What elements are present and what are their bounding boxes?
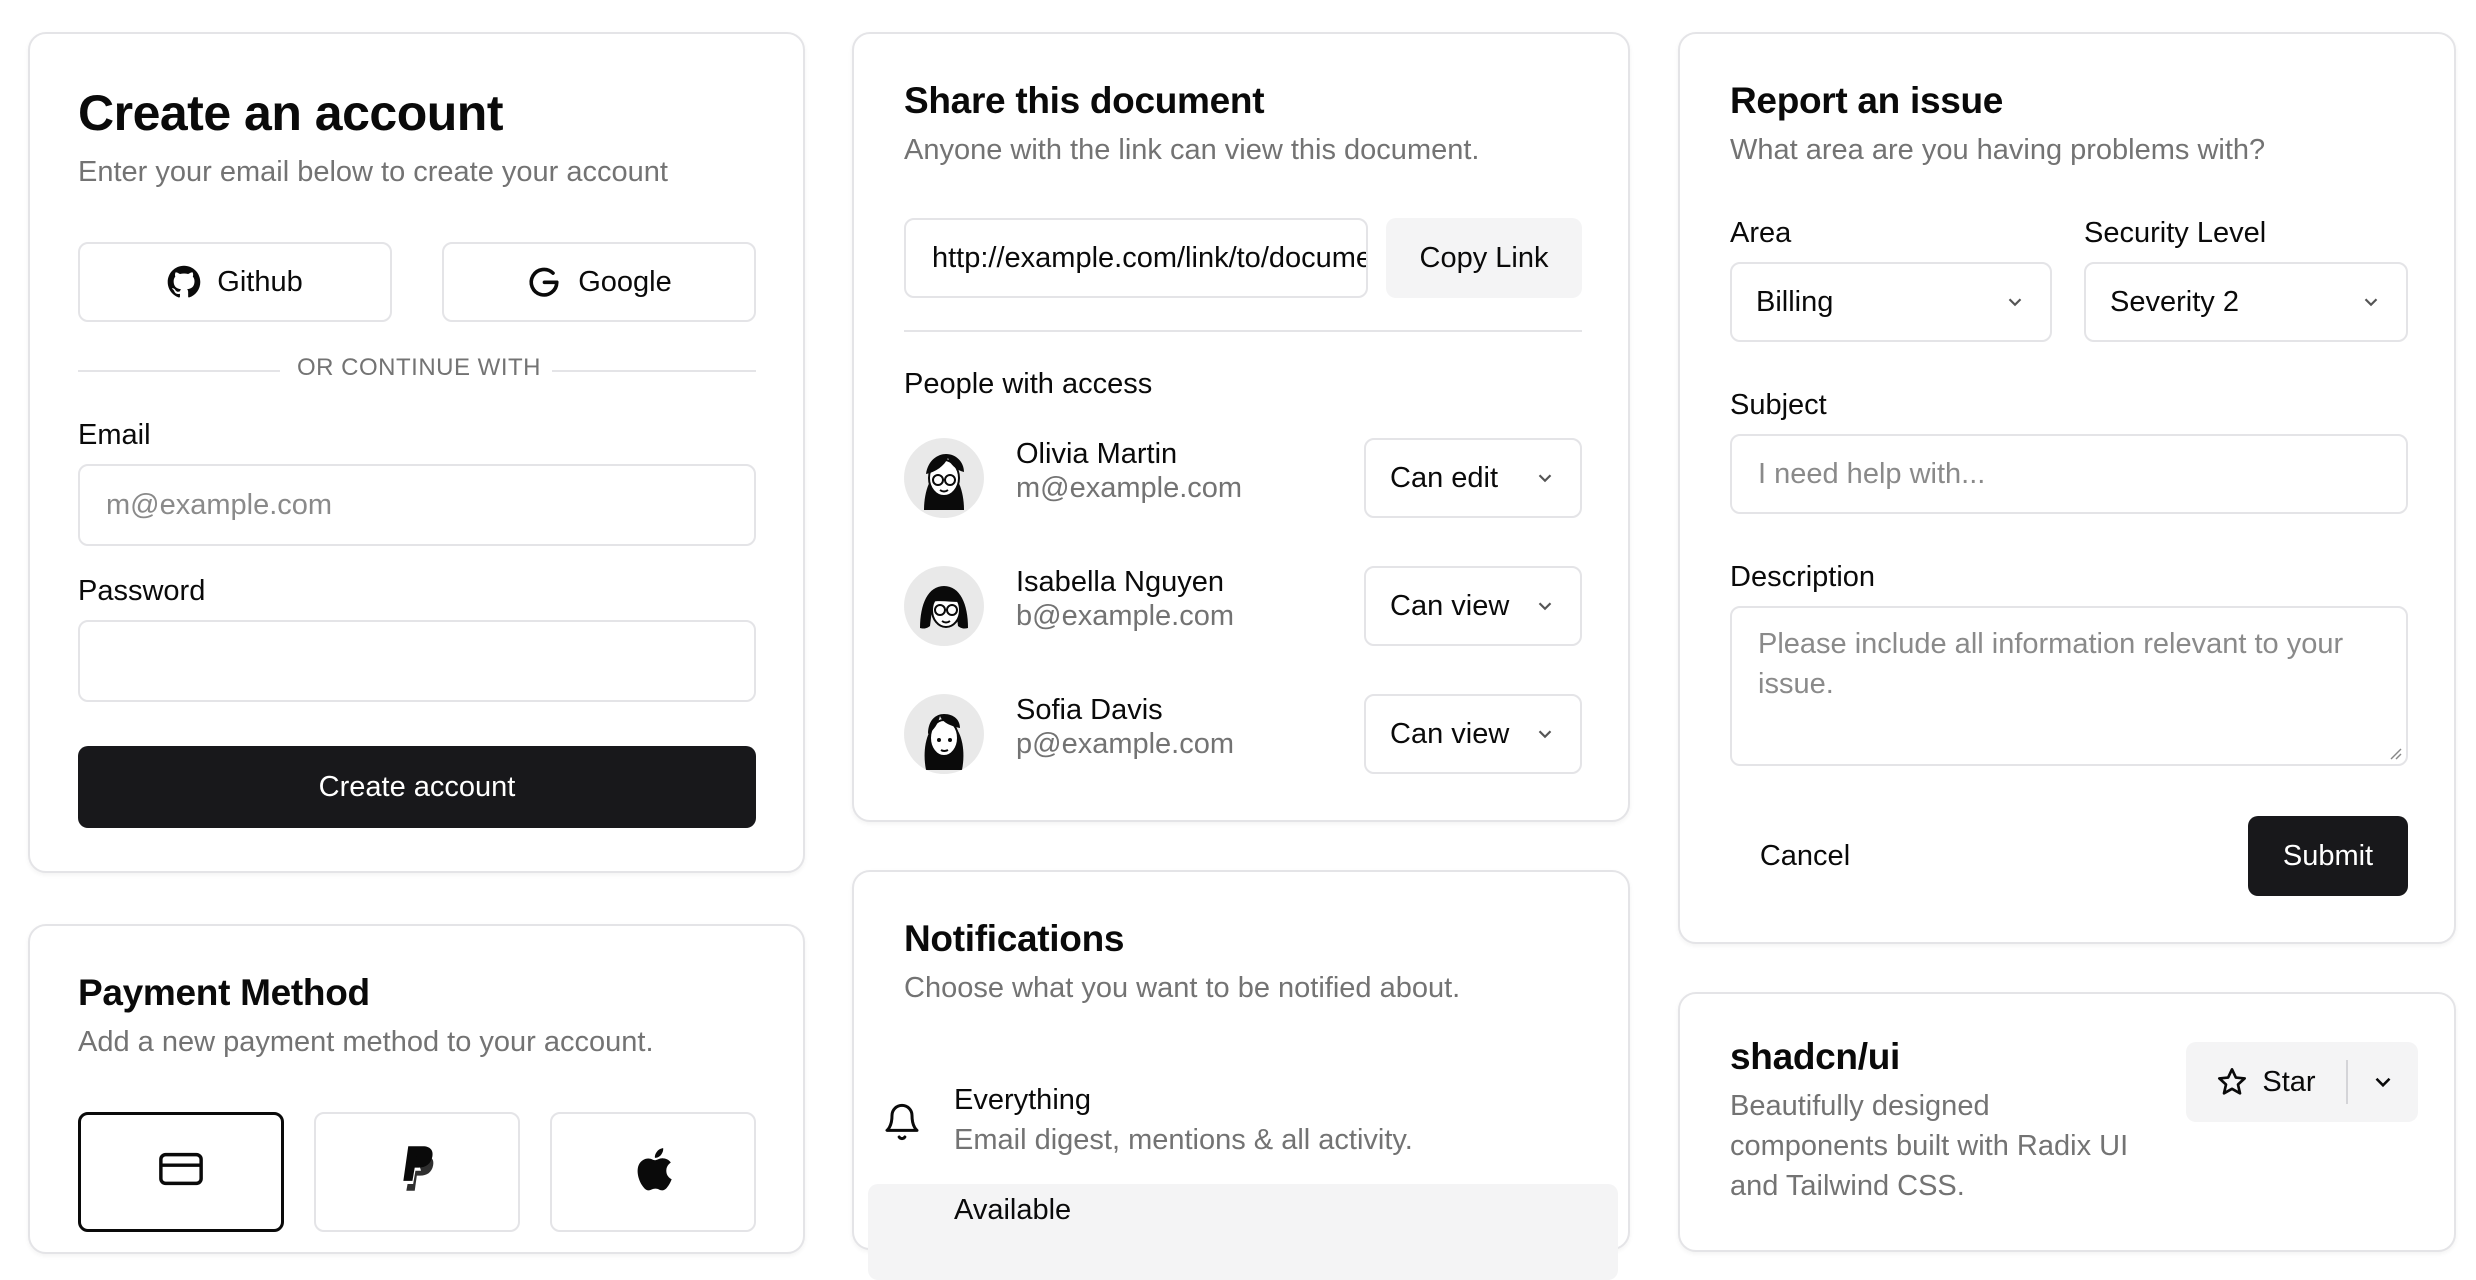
cancel-button[interactable]: Cancel [1730, 816, 1880, 896]
github-label: Github [217, 265, 303, 298]
description-placeholder: Please include all information relevant … [1758, 628, 2344, 700]
share-link-value: http://example.com/link/to/document [932, 241, 1368, 274]
credit-card-icon [159, 1152, 203, 1186]
report-issue-card: Report an issue What area are you having… [1678, 32, 2456, 944]
payment-method-card: Payment Method Add a new payment method … [28, 924, 805, 1254]
person-email: p@example.com [1016, 728, 1235, 760]
email-label: Email [78, 419, 151, 451]
security-level-value: Severity 2 [2110, 285, 2239, 318]
person-name: Isabella Nguyen [1016, 566, 1224, 598]
create-account-subtitle: Enter your email below to create your ac… [78, 156, 668, 188]
repo-description-line: Beautifully designed [1730, 1090, 1990, 1122]
email-field[interactable]: m@example.com [78, 464, 756, 546]
chevron-down-icon [1538, 730, 1552, 739]
person-email: b@example.com [1016, 600, 1235, 632]
report-subtitle: What area are you having problems with? [1730, 134, 2266, 166]
divider-text: OR CONTINUE WITH [297, 354, 541, 381]
permission-select[interactable]: Can edit [1364, 438, 1582, 518]
chevron-down-icon [1538, 474, 1552, 483]
resize-handle-icon[interactable] [2386, 744, 2402, 760]
area-value: Billing [1756, 285, 1834, 318]
copy-link-button[interactable]: Copy Link [1386, 218, 1582, 298]
permission-select[interactable]: Can view [1364, 694, 1582, 774]
repo-description-line: and Tailwind CSS. [1730, 1170, 1965, 1202]
avatar [904, 694, 984, 774]
security-level-label: Security Level [2084, 217, 2267, 249]
payment-option-paypal[interactable] [314, 1112, 520, 1232]
notifications-subtitle: Choose what you want to be notified abou… [904, 972, 1461, 1004]
email-placeholder: m@example.com [106, 488, 333, 521]
description-textarea[interactable]: Please include all information relevant … [1730, 606, 2408, 766]
person-name: Olivia Martin [1016, 438, 1178, 470]
apple-icon [637, 1148, 672, 1191]
password-field[interactable] [78, 620, 756, 702]
permission-select[interactable]: Can view [1364, 566, 1582, 646]
notifications-title: Notifications [904, 918, 1125, 959]
notification-option-description: Email digest, mentions & all activity. [954, 1124, 1413, 1156]
google-label: Google [578, 265, 672, 298]
submit-button[interactable]: Submit [2248, 816, 2408, 896]
repo-description: Beautifully designed components built wi… [1730, 1086, 2128, 1206]
subject-placeholder: I need help with... [1758, 457, 1986, 490]
notification-option-available[interactable]: Available [868, 1184, 1618, 1280]
create-account-title: Create an account [78, 85, 503, 141]
share-link-input[interactable]: http://example.com/link/to/document [904, 218, 1368, 298]
share-separator [904, 330, 1582, 332]
payment-option-card[interactable] [78, 1112, 284, 1232]
notification-option-everything[interactable]: Everything Email digest, mentions & all … [868, 1072, 1618, 1168]
notification-option-title: Available [954, 1194, 1072, 1226]
payment-subtitle: Add a new payment method to your account… [78, 1026, 654, 1058]
description-label: Description [1730, 561, 1876, 593]
password-label: Password [78, 575, 206, 607]
person-name: Sofia Davis [1016, 694, 1163, 726]
subject-input[interactable]: I need help with... [1730, 434, 2408, 514]
notifications-card: Notifications Choose what you want to be… [852, 870, 1630, 1280]
star-icon [2218, 1068, 2247, 1095]
create-account-button[interactable]: Create account [78, 746, 756, 828]
avatar [904, 438, 984, 518]
divider-line-right [552, 370, 756, 372]
subject-label: Subject [1730, 389, 1827, 421]
repo-card: shadcn/ui Beautifully designed component… [1678, 992, 2456, 1252]
star-button[interactable]: Star [2186, 1042, 2346, 1122]
permission-value: Can edit [1390, 461, 1499, 494]
share-title: Share this document [904, 80, 1265, 121]
person-email: m@example.com [1016, 472, 1243, 504]
google-icon [529, 267, 559, 297]
star-label: Star [2262, 1065, 2316, 1098]
share-document-card: Share this document Anyone with the link… [852, 32, 1630, 822]
chevron-down-icon [2364, 298, 2378, 307]
divider-line-left [78, 370, 280, 372]
permission-value: Can view [1390, 589, 1510, 622]
paypal-icon [403, 1146, 434, 1191]
share-subtitle: Anyone with the link can view this docum… [904, 134, 1480, 166]
chevron-down-icon [2375, 1077, 2391, 1088]
chevron-down-icon [1538, 602, 1552, 611]
star-dropdown-button[interactable] [2348, 1042, 2418, 1122]
github-icon [167, 265, 201, 298]
permission-value: Can view [1390, 717, 1510, 750]
bell-icon [885, 1103, 919, 1141]
repo-description-line: components built with Radix UI [1730, 1130, 2129, 1162]
github-button[interactable]: Github [78, 242, 392, 322]
area-label: Area [1730, 217, 1792, 249]
avatar [904, 566, 984, 646]
google-button[interactable]: Google [442, 242, 756, 322]
payment-option-apple[interactable] [550, 1112, 756, 1232]
repo-name: shadcn/ui [1730, 1036, 1900, 1077]
area-select[interactable]: Billing [1730, 262, 2052, 342]
chevron-down-icon [2008, 298, 2022, 307]
star-button-group: Star [2186, 1042, 2418, 1122]
people-heading: People with access [904, 368, 1153, 400]
report-title: Report an issue [1730, 80, 2004, 121]
security-level-select[interactable]: Severity 2 [2084, 262, 2408, 342]
notification-option-title: Everything [954, 1084, 1092, 1116]
create-account-card: Create an account Enter your email below… [28, 32, 805, 873]
payment-title: Payment Method [78, 972, 370, 1013]
